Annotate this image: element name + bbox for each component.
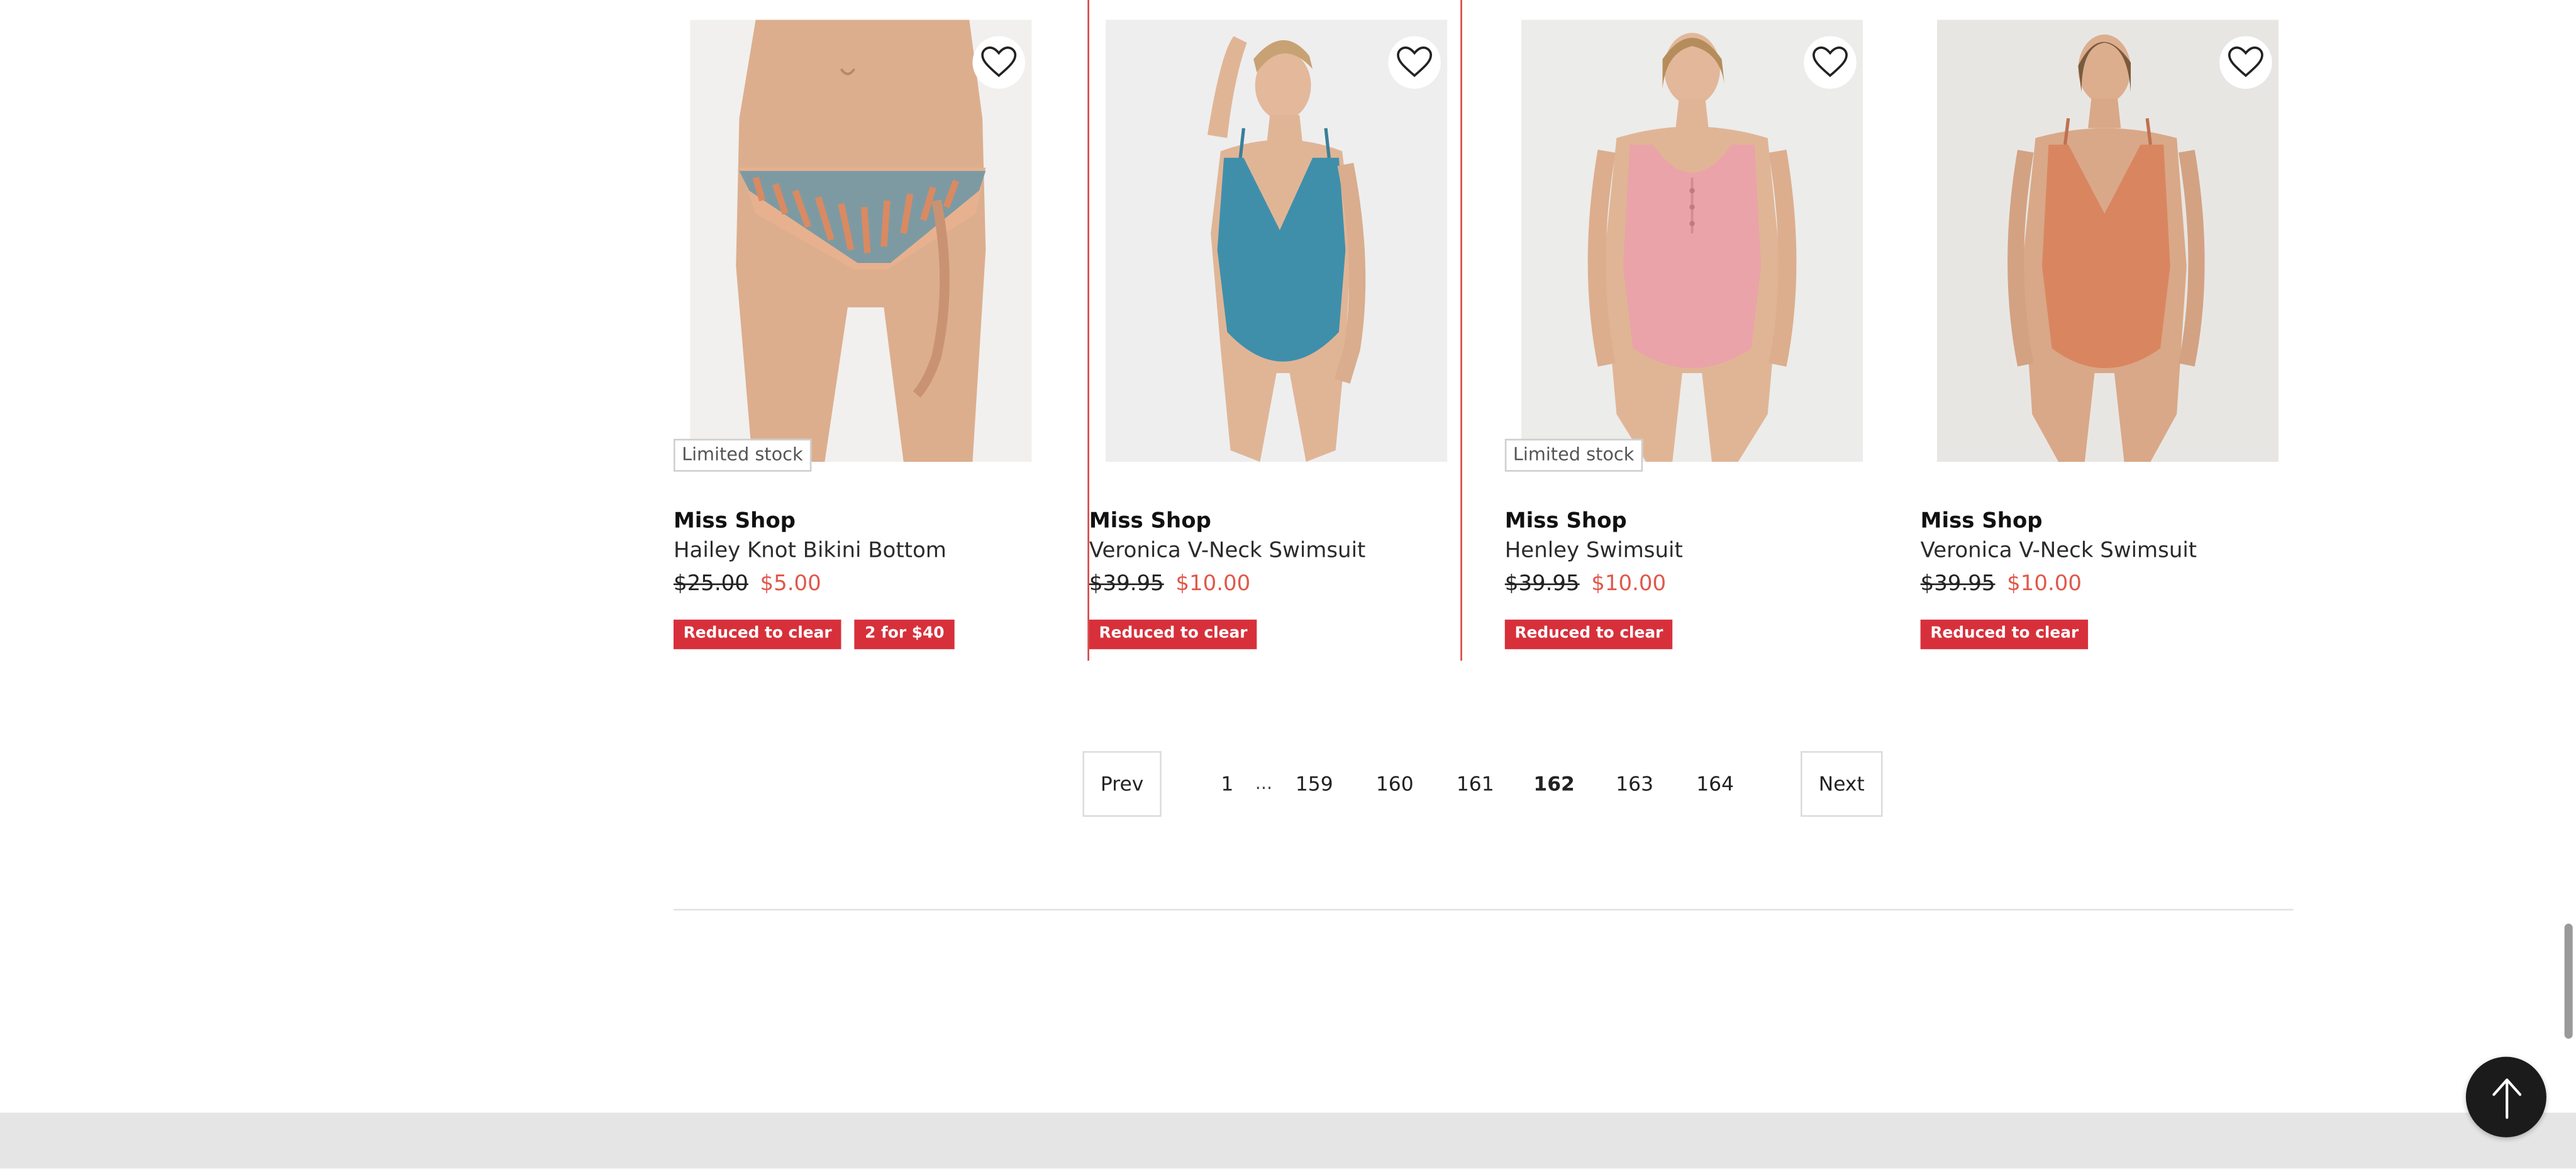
page-link[interactable]: 160 — [1372, 766, 1418, 802]
product-brand: Miss Shop — [674, 509, 796, 534]
product-price: $39.95 $10.00 — [1089, 572, 1250, 596]
limited-stock-tag: Limited stock — [674, 439, 811, 472]
page-link[interactable]: 163 — [1612, 766, 1658, 802]
original-price: $39.95 — [1504, 572, 1580, 597]
product-image[interactable] — [690, 20, 1032, 462]
page-link-first[interactable]: 1 — [1211, 766, 1243, 802]
limited-stock-tag: Limited stock — [1504, 439, 1643, 472]
page-ellipsis: ... — [1255, 772, 1273, 794]
product-card[interactable]: Miss Shop Veronica V-Neck Swimsuit $39.9… — [1920, 0, 2296, 661]
page-link-current[interactable]: 162 — [1531, 766, 1577, 802]
page: Limited stock Miss Shop Hailey Knot Biki… — [0, 0, 2576, 1169]
reduced-to-clear-badge[interactable]: Reduced to clear — [1504, 619, 1674, 649]
product-price: $25.00 $5.00 — [674, 572, 821, 596]
product-price: $39.95 $10.00 — [1921, 572, 2082, 596]
arrow-up-icon — [2491, 1077, 2521, 1119]
product-name[interactable]: Henley Swimsuit — [1505, 539, 1683, 564]
product-image[interactable] — [1936, 20, 2279, 462]
section-divider — [674, 909, 2294, 911]
product-name[interactable]: Veronica V-Neck Swimsuit — [1921, 539, 2197, 564]
sale-price: $10.00 — [1591, 572, 1667, 597]
sale-price: $10.00 — [1175, 572, 1251, 597]
back-to-top-button[interactable] — [2465, 1056, 2546, 1138]
page-link[interactable]: 164 — [1692, 766, 1738, 802]
sale-price: $5.00 — [760, 572, 821, 597]
reduced-to-clear-badge[interactable]: Reduced to clear — [674, 619, 842, 649]
product-brand: Miss Shop — [1920, 509, 2043, 534]
product-image[interactable] — [1106, 20, 1448, 462]
product-card[interactable]: Limited stock Miss Shop Hailey Knot Biki… — [674, 0, 1048, 661]
original-price: $39.95 — [1089, 572, 1164, 597]
product-card[interactable]: Limited stock Miss Shop Henley Swimsuit … — [1504, 0, 1880, 661]
product-brand: Miss Shop — [1089, 509, 1211, 534]
sale-price: $10.00 — [2007, 572, 2082, 597]
original-price: $39.95 — [1920, 572, 1996, 597]
wishlist-heart-icon[interactable] — [2219, 36, 2272, 89]
promo-badges: Reduced to clear — [1504, 619, 1678, 651]
product-card-selected[interactable]: Miss Shop Veronica V-Neck Swimsuit $39.9… — [1087, 0, 1462, 661]
prev-page-button[interactable]: Prev — [1082, 751, 1162, 817]
footer — [0, 1112, 2576, 1169]
next-page-button[interactable]: Next — [1800, 751, 1883, 817]
original-price: $25.00 — [674, 572, 748, 597]
product-name[interactable]: Veronica V-Neck Swimsuit — [1089, 539, 1365, 564]
product-price: $39.95 $10.00 — [1505, 572, 1666, 596]
promo-badges: Reduced to clear 2 for $40 — [674, 619, 959, 651]
promo-badges: Reduced to clear — [1089, 619, 1262, 651]
reduced-to-clear-badge[interactable]: Reduced to clear — [1089, 619, 1258, 649]
scrollbar-thumb[interactable] — [2564, 924, 2573, 1039]
wishlist-heart-icon[interactable] — [972, 36, 1026, 89]
promo-badges: Reduced to clear — [1920, 619, 2094, 651]
reduced-to-clear-badge[interactable]: Reduced to clear — [1920, 619, 2089, 649]
product-image[interactable] — [1521, 20, 1863, 462]
page-link[interactable]: 159 — [1291, 766, 1337, 802]
product-brand: Miss Shop — [1504, 509, 1627, 534]
multibuy-badge[interactable]: 2 for $40 — [855, 619, 955, 649]
wishlist-heart-icon[interactable] — [1388, 36, 1441, 89]
wishlist-heart-icon[interactable] — [1804, 36, 1857, 89]
page-link[interactable]: 161 — [1452, 766, 1498, 802]
product-name[interactable]: Hailey Knot Bikini Bottom — [674, 539, 947, 564]
